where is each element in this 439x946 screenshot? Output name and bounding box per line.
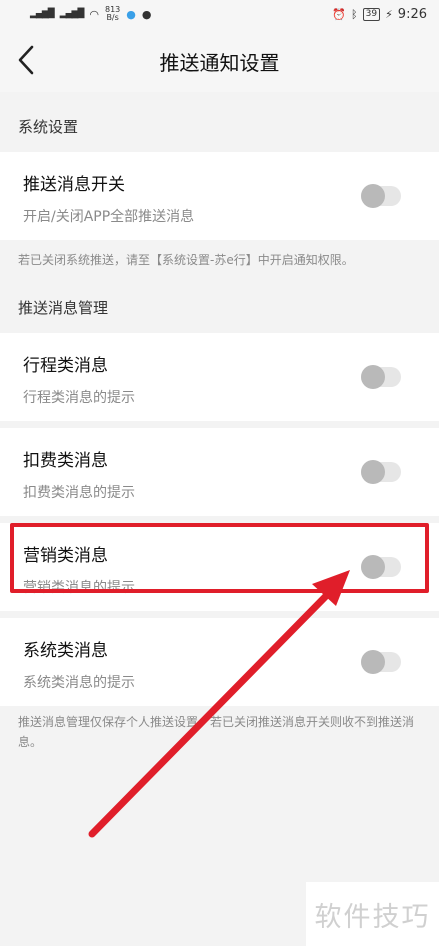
toggle-knob [361, 184, 385, 208]
status-right: ⏰ ᛒ 39 ⚡ 9:26 [332, 7, 427, 22]
system-toggle[interactable] [361, 650, 401, 674]
toggle-knob [361, 555, 385, 579]
chat-icon: ● [141, 7, 152, 21]
page-title: 推送通知设置 [159, 51, 280, 75]
manage-note: 推送消息管理仅保存个人推送设置，若已关闭推送消息开关则收不到推送消息。 [18, 715, 415, 749]
row-title: 扣费类消息 [23, 451, 108, 471]
nav-bar: 推送通知设置 [0, 28, 439, 92]
row-title: 行程类消息 [23, 356, 108, 376]
row-subtitle: 扣费类消息的提示 [23, 485, 135, 501]
charging-icon: ⚡ [385, 7, 393, 21]
shield-icon: ● [126, 7, 136, 21]
battery-level: 39 [362, 7, 381, 21]
status-bar: ▂▄▆█ ▂▄▆█ ◠ 813 B/s ● ● ⏰ ᛒ 39 ⚡ 9:26 [0, 0, 439, 28]
toggle-knob [361, 460, 385, 484]
trip-toggle[interactable] [361, 365, 401, 389]
row-subtitle: 营销类消息的提示 [23, 580, 135, 596]
billing-toggle[interactable] [361, 460, 401, 484]
row-title: 系统类消息 [23, 641, 108, 661]
signal-icon-2: ▂▄▆█ [59, 9, 85, 19]
toggle-knob [361, 365, 385, 389]
net-speed: 813 B/s [105, 6, 120, 22]
row-subtitle: 系统类消息的提示 [23, 675, 135, 691]
row-subtitle: 开启/关闭APP全部推送消息 [23, 209, 195, 225]
row-title: 推送消息开关 [23, 175, 125, 195]
alarm-icon: ⏰ [332, 7, 346, 21]
row-title: 营销类消息 [23, 546, 108, 566]
push-switch-toggle[interactable] [361, 184, 401, 208]
list-item-marketing[interactable]: 营销类消息 营销类消息的提示 [0, 523, 439, 611]
wifi-icon: ◠ [89, 7, 99, 21]
system-push-note: 若已关闭系统推送，请至【系统设置-苏e行】中开启通知权限。 [18, 253, 354, 267]
push-switch-row[interactable]: 推送消息开关 开启/关闭APP全部推送消息 [0, 152, 439, 240]
row-subtitle: 行程类消息的提示 [23, 390, 135, 406]
section-header-system: 系统设置 [18, 118, 79, 136]
marketing-toggle[interactable] [361, 555, 401, 579]
net-speed-unit: B/s [106, 13, 119, 22]
status-left: ▂▄▆█ ▂▄▆█ ◠ 813 B/s ● ● [30, 6, 151, 22]
clock: 9:26 [397, 6, 427, 22]
list-item-trip[interactable]: 行程类消息 行程类消息的提示 [0, 333, 439, 421]
list-item-system[interactable]: 系统类消息 系统类消息的提示 [0, 618, 439, 706]
toggle-knob [361, 650, 385, 674]
signal-icon: ▂▄▆█ [30, 9, 55, 19]
bluetooth-icon: ᛒ [351, 7, 358, 21]
section-header-manage: 推送消息管理 [18, 299, 109, 317]
list-item-billing[interactable]: 扣费类消息 扣费类消息的提示 [0, 428, 439, 516]
watermark: 软件技巧 [306, 882, 439, 946]
